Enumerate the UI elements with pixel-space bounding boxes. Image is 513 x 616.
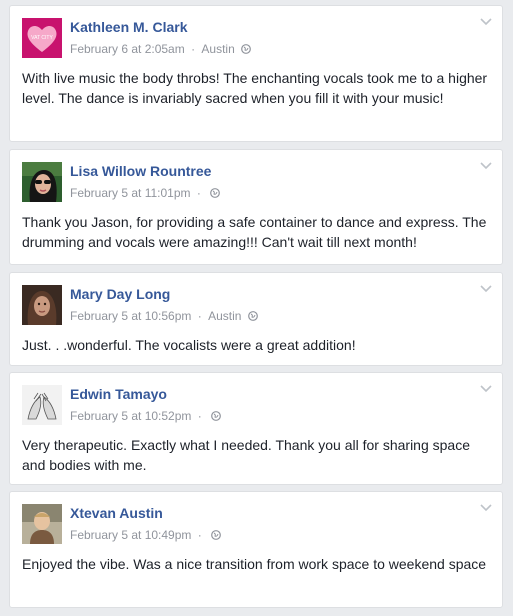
post-card: Mary Day Long February 5 at 10:56pm · Au… [9, 272, 503, 366]
avatar[interactable]: VAT CITY [22, 18, 62, 58]
post-text: With live music the body throbs! The enc… [22, 70, 488, 106]
meta-separator: · [197, 408, 202, 423]
heart-avatar-icon: VAT CITY [22, 18, 62, 58]
post-date[interactable]: February 5 at 10:52pm [70, 409, 191, 423]
chevron-down-icon[interactable] [480, 504, 492, 512]
globe-icon [241, 43, 252, 54]
globe-icon [211, 529, 221, 540]
post-text: Just. . .wonderful. The vocalists were a… [22, 337, 356, 353]
globe-icon [247, 310, 258, 321]
post-card: VAT CITY Kathleen M. Clark February 6 at… [9, 5, 503, 142]
author-name[interactable]: Mary Day Long [70, 286, 170, 302]
globe-icon [210, 187, 221, 198]
chevron-down-icon[interactable] [480, 385, 492, 393]
post-text: Enjoyed the vibe. Was a nice transition … [22, 556, 487, 572]
meta-separator: · [196, 185, 201, 200]
post-meta: February 5 at 10:56pm · Austin [70, 308, 258, 323]
post-date[interactable]: February 5 at 11:01pm [70, 186, 191, 200]
post-card: Xtevan Austin February 5 at 10:49pm · En… [9, 491, 503, 608]
post-date[interactable]: February 6 at 2:05am [70, 42, 185, 56]
chevron-down-icon[interactable] [480, 18, 492, 26]
hands-avatar-icon [22, 385, 62, 425]
woman-sunglasses-avatar-icon [22, 162, 62, 202]
avatar-heart-text: VAT CITY [31, 35, 53, 41]
post-date[interactable]: February 5 at 10:49pm [70, 528, 191, 542]
author-name[interactable]: Kathleen M. Clark [70, 19, 187, 35]
post-text: Thank you Jason, for providing a safe co… [22, 214, 487, 250]
woman-portrait-avatar-icon [22, 285, 62, 325]
globe-icon [211, 410, 221, 421]
meta-separator: · [191, 41, 196, 56]
comment-feed: VAT CITY Kathleen M. Clark February 6 at… [0, 0, 513, 616]
author-name[interactable]: Xtevan Austin [70, 505, 163, 521]
meta-separator: · [197, 308, 202, 323]
child-photo-avatar-icon [22, 504, 62, 544]
post-location[interactable]: Austin [201, 42, 234, 56]
avatar[interactable] [22, 285, 62, 325]
post-date[interactable]: February 5 at 10:56pm [70, 309, 191, 323]
post-text: Very therapeutic. Exactly what I needed.… [22, 437, 470, 473]
chevron-down-icon[interactable] [480, 162, 492, 170]
post-meta: February 5 at 11:01pm · [70, 185, 221, 200]
post-card: Lisa Willow Rountree February 5 at 11:01… [9, 149, 503, 265]
post-location[interactable]: Austin [208, 309, 241, 323]
post-meta: February 6 at 2:05am · Austin [70, 41, 252, 56]
avatar[interactable] [22, 385, 62, 425]
avatar[interactable] [22, 162, 62, 202]
author-name[interactable]: Edwin Tamayo [70, 386, 167, 402]
meta-separator: · [197, 527, 202, 542]
post-card: Edwin Tamayo February 5 at 10:52pm · Ver… [9, 372, 503, 485]
author-name[interactable]: Lisa Willow Rountree [70, 163, 211, 179]
post-meta: February 5 at 10:49pm · [70, 527, 221, 542]
chevron-down-icon[interactable] [480, 285, 492, 293]
avatar[interactable] [22, 504, 62, 544]
post-meta: February 5 at 10:52pm · [70, 408, 221, 423]
